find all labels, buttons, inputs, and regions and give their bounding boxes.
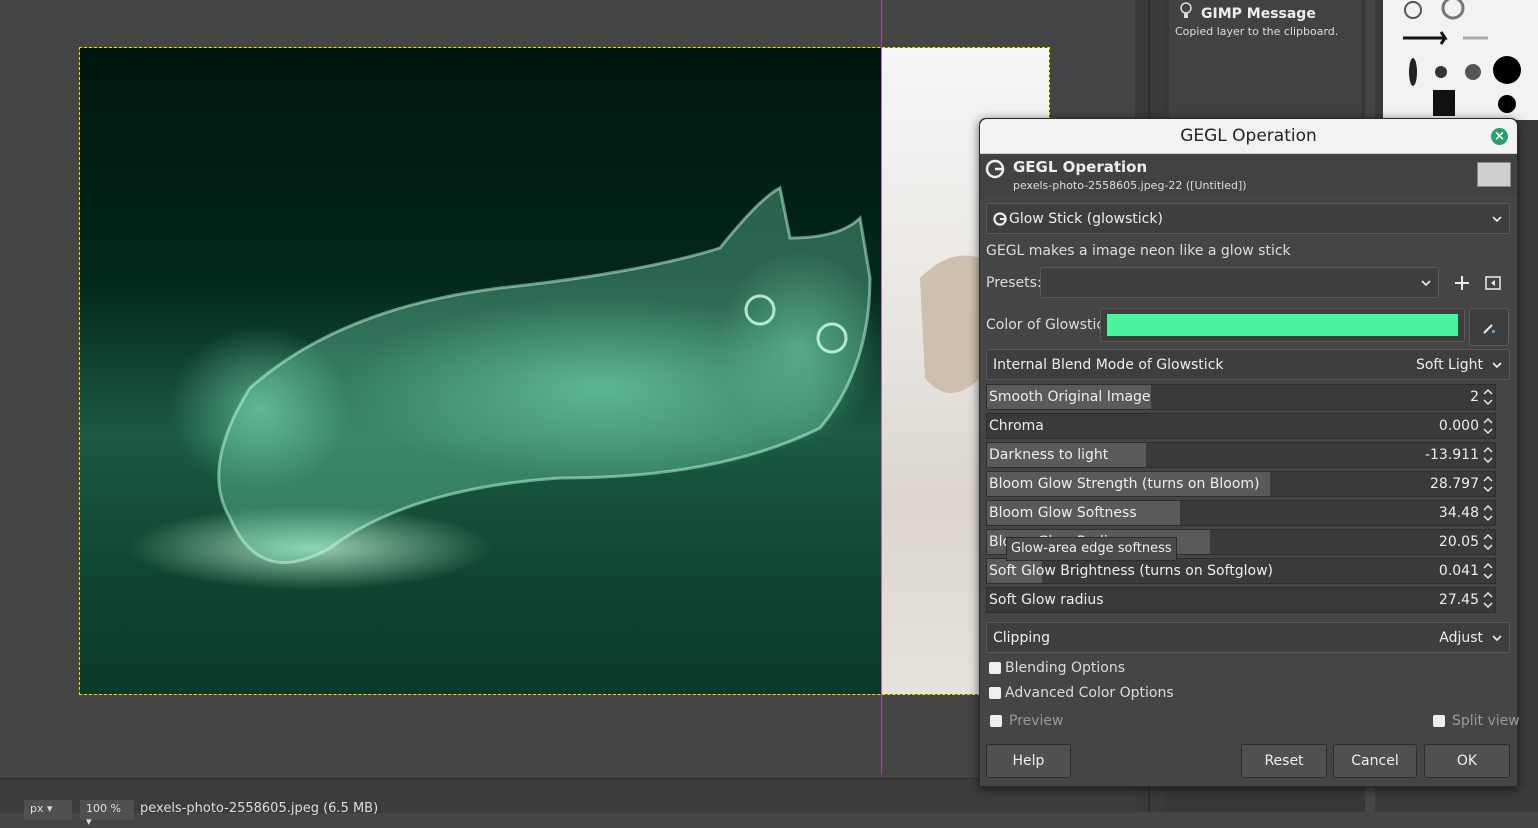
- preview-checkbox[interactable]: [990, 715, 1002, 727]
- spin-arrows-icon[interactable]: [1481, 472, 1495, 496]
- split-view-checkbox[interactable]: [1433, 715, 1445, 727]
- image-canvas[interactable]: [0, 0, 1135, 778]
- header-subtitle: pexels-photo-2558605.jpeg-22 ([Untitled]…: [1013, 179, 1247, 192]
- operation-select[interactable]: Glow Stick (glowstick): [986, 203, 1510, 234]
- clipping-value: Adjust: [1439, 630, 1483, 646]
- plus-icon[interactable]: [989, 687, 1001, 699]
- tooltip: Glow-area edge softness: [1006, 537, 1177, 561]
- presets-label: Presets:: [986, 275, 1042, 291]
- blend-mode-label: Internal Blend Mode of Glowstick: [993, 357, 1224, 373]
- color-swatch: [1107, 314, 1458, 336]
- gegl-operation-dialog: GEGL Operation × GEGL Operation pexels-p…: [979, 118, 1520, 787]
- slider-value[interactable]: 20.05: [1439, 534, 1479, 550]
- gimp-message: GIMP Message Copied layer to the clipboa…: [1169, 0, 1361, 120]
- status-filename: pexels-photo-2558605.jpeg (6.5 MB): [140, 801, 379, 816]
- slider-row[interactable]: Smooth Original Image 2: [986, 384, 1496, 410]
- spin-arrows-icon[interactable]: [1481, 588, 1495, 612]
- slider-label: Darkness to light: [989, 447, 1109, 463]
- brush-grid[interactable]: [1383, 0, 1538, 120]
- spin-arrows-icon[interactable]: [1481, 501, 1495, 525]
- spin-arrows-icon[interactable]: [1481, 530, 1495, 554]
- slider-label: Soft Glow radius: [989, 592, 1104, 608]
- chevron-down-icon: [1421, 280, 1431, 287]
- slider-value[interactable]: 34.48: [1439, 505, 1479, 521]
- ok-button[interactable]: OK: [1424, 744, 1510, 778]
- status-bar: px ▾ 100 % ▾ pexels-photo-2558605.jpeg (…: [0, 778, 1135, 828]
- slider-value[interactable]: 27.45: [1439, 592, 1479, 608]
- slider-value[interactable]: -13.911: [1425, 447, 1479, 463]
- slider-value[interactable]: 0.000: [1439, 418, 1479, 434]
- slider-row[interactable]: Soft Glow Brightness (turns on Softglow)…: [986, 558, 1496, 584]
- message-title: GIMP Message: [1201, 6, 1316, 22]
- chevron-down-icon: [1492, 362, 1502, 369]
- dialog-titlebar[interactable]: GEGL Operation ×: [980, 119, 1517, 154]
- color-button[interactable]: [1100, 308, 1465, 342]
- image-thumbnail: [1477, 162, 1511, 187]
- image-layer[interactable]: [79, 47, 1050, 695]
- header-title: GEGL Operation: [1013, 158, 1148, 176]
- split-view-label: Split view: [1452, 713, 1520, 729]
- gegl-logo-icon: [993, 212, 1007, 226]
- slider-label: Bloom Glow Strength (turns on Bloom): [989, 476, 1260, 492]
- add-preset-icon[interactable]: [1452, 273, 1472, 293]
- spin-arrows-icon[interactable]: [1481, 443, 1495, 467]
- lightbulb-icon: [1180, 2, 1192, 18]
- cat-silhouette: [217, 185, 990, 564]
- clipping-label: Clipping: [993, 630, 1050, 646]
- blend-mode-select[interactable]: Internal Blend Mode of Glowstick Soft Li…: [986, 349, 1510, 380]
- reset-button[interactable]: Reset: [1241, 744, 1327, 778]
- zoom-select[interactable]: 100 % ▾: [80, 800, 134, 828]
- slider-label: Soft Glow Brightness (turns on Softglow): [989, 563, 1274, 579]
- dialog-header: GEGL Operation pexels-photo-2558605.jpeg…: [980, 154, 1517, 196]
- operation-label: Glow Stick (glowstick): [1009, 211, 1163, 227]
- chevron-down-icon: [1492, 635, 1502, 642]
- color-label: Color of Glowstick: [986, 317, 1113, 333]
- presets-select[interactable]: [1040, 267, 1439, 298]
- slider-row[interactable]: Darkness to light -13.911: [986, 442, 1496, 468]
- preset-menu-icon[interactable]: [1483, 273, 1503, 293]
- clipping-select[interactable]: Clipping Adjust: [986, 622, 1510, 653]
- vertical-guide: [881, 0, 882, 775]
- dialog-title: GEGL Operation: [1180, 126, 1317, 146]
- blending-options-expander[interactable]: Blending Options: [1005, 660, 1125, 676]
- spin-arrows-icon[interactable]: [1481, 559, 1495, 583]
- slider-value[interactable]: 28.797: [1430, 476, 1479, 492]
- chevron-down-icon: [1492, 216, 1502, 223]
- slider-label: Bloom Glow Softness: [989, 505, 1137, 521]
- preview-label: Preview: [1009, 713, 1064, 729]
- eyedropper-icon: [1483, 324, 1495, 334]
- toolbox-edge: [1515, 120, 1538, 800]
- blend-mode-value: Soft Light: [1415, 357, 1483, 373]
- slider-row[interactable]: Bloom Glow Softness 34.48: [986, 500, 1496, 526]
- operation-description: GEGL makes a image neon like a glow stic…: [986, 243, 1291, 259]
- cancel-button[interactable]: Cancel: [1333, 744, 1417, 778]
- spin-arrows-icon[interactable]: [1481, 385, 1495, 409]
- unit-select[interactable]: px ▾: [24, 800, 72, 820]
- slider-label: Smooth Original Image: [989, 389, 1151, 405]
- slider-value[interactable]: 0.041: [1439, 563, 1479, 579]
- help-button[interactable]: Help: [986, 744, 1071, 778]
- close-icon[interactable]: ×: [1491, 128, 1508, 145]
- slider-row[interactable]: Bloom Glow Strength (turns on Bloom) 28.7…: [986, 471, 1496, 497]
- plus-icon[interactable]: [989, 662, 1001, 674]
- gegl-logo-icon: [985, 159, 1005, 179]
- color-picker-button[interactable]: [1469, 308, 1509, 346]
- slider-value[interactable]: 2: [1470, 389, 1479, 405]
- slider-label: Chroma: [989, 418, 1044, 434]
- slider-row[interactable]: Soft Glow radius 27.45: [986, 587, 1496, 613]
- spin-arrows-icon[interactable]: [1481, 414, 1495, 438]
- message-body: Copied layer to the clipboard.: [1175, 25, 1339, 38]
- advanced-color-options-expander[interactable]: Advanced Color Options: [1005, 685, 1174, 701]
- slider-row[interactable]: Chroma 0.000: [986, 413, 1496, 439]
